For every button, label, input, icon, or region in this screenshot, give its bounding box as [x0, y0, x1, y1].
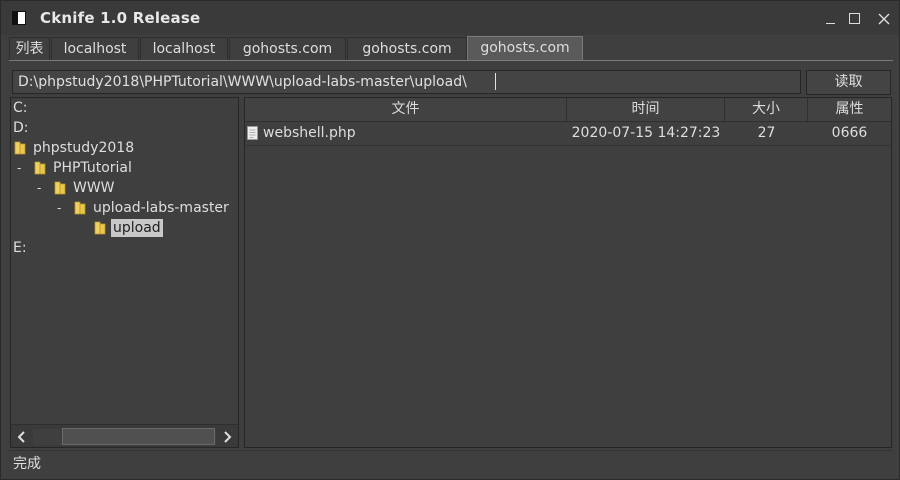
folder-icon: [54, 181, 66, 195]
folder-icon: [14, 141, 26, 155]
file-size: 27: [757, 125, 776, 141]
chevron-left-icon[interactable]: [14, 429, 30, 445]
tab-localhost-1[interactable]: localhost: [51, 37, 139, 60]
tree-item-upload[interactable]: upload: [13, 218, 213, 238]
tree-item-drive-d[interactable]: D:: [13, 118, 29, 138]
maximize-button[interactable]: [846, 10, 864, 28]
tree-item-drive-c[interactable]: C:: [13, 98, 28, 118]
file-table-header: 文件 时间 大小 属性: [245, 98, 891, 122]
tab-localhost-2[interactable]: localhost: [140, 37, 228, 60]
tab-divider: [9, 60, 893, 61]
file-icon: [247, 126, 258, 140]
collapse-marker[interactable]: -: [37, 178, 41, 198]
path-input[interactable]: [12, 70, 801, 94]
tab-list[interactable]: 列表: [9, 37, 50, 60]
chevron-right-icon[interactable]: [219, 429, 235, 445]
tree-item-phptutorial[interactable]: - PHPTutorial: [13, 158, 213, 178]
minimize-button[interactable]: [822, 10, 840, 28]
app-window: Cknife 1.0 Release 列表 localhost localhos…: [0, 0, 900, 480]
tree-horizontal-scrollbar[interactable]: [11, 424, 238, 447]
file-list: 文件 时间 大小 属性 webshell.php 2020-07-15 14:2…: [244, 97, 892, 448]
directory-tree: C: D: phpstudy2018 - PHPTutorial - WWW -…: [10, 97, 239, 448]
folder-icon: [94, 221, 106, 235]
tree-item-label: phpstudy2018: [33, 140, 135, 156]
tree-item-drive-e[interactable]: E:: [13, 238, 27, 258]
collapse-marker[interactable]: -: [57, 198, 61, 218]
column-header-time[interactable]: 时间: [567, 98, 725, 121]
column-header-file[interactable]: 文件: [245, 98, 567, 121]
tree-item-label: upload-labs-master: [93, 200, 229, 216]
file-attr: 0666: [831, 125, 868, 141]
app-icon: [12, 11, 26, 25]
minimize-icon: [826, 23, 835, 24]
close-button[interactable]: [875, 10, 893, 28]
text-caret: [495, 73, 496, 90]
read-button[interactable]: 读取: [806, 70, 891, 95]
table-row[interactable]: webshell.php 2020-07-15 14:27:23 27 0666: [245, 122, 891, 146]
folder-icon: [74, 201, 86, 215]
tab-gohosts-active[interactable]: gohosts.com: [467, 36, 583, 61]
status-text: 完成: [13, 456, 41, 472]
tree-item-label: PHPTutorial: [53, 160, 132, 176]
column-header-size[interactable]: 大小: [725, 98, 808, 121]
folder-icon: [34, 161, 46, 175]
maximize-icon: [849, 13, 860, 24]
tree-item-label: WWW: [73, 180, 115, 196]
tab-gohosts-1[interactable]: gohosts.com: [229, 37, 346, 60]
file-time: 2020-07-15 14:27:23: [571, 125, 721, 141]
collapse-marker[interactable]: -: [17, 158, 21, 178]
file-name: webshell.php: [263, 125, 356, 141]
window-title: Cknife 1.0 Release: [40, 9, 201, 27]
scrollbar-thumb[interactable]: [62, 428, 215, 445]
column-header-attr[interactable]: 属性: [808, 98, 891, 121]
status-divider: [9, 450, 893, 451]
tree-item-upload-labs-master[interactable]: - upload-labs-master: [13, 198, 238, 218]
tree-item-www[interactable]: - WWW: [13, 178, 213, 198]
close-icon: [878, 13, 890, 25]
tab-gohosts-2[interactable]: gohosts.com: [347, 37, 467, 60]
tree-item-label-selected: upload: [111, 219, 163, 237]
title-bar[interactable]: Cknife 1.0 Release: [1, 1, 899, 35]
